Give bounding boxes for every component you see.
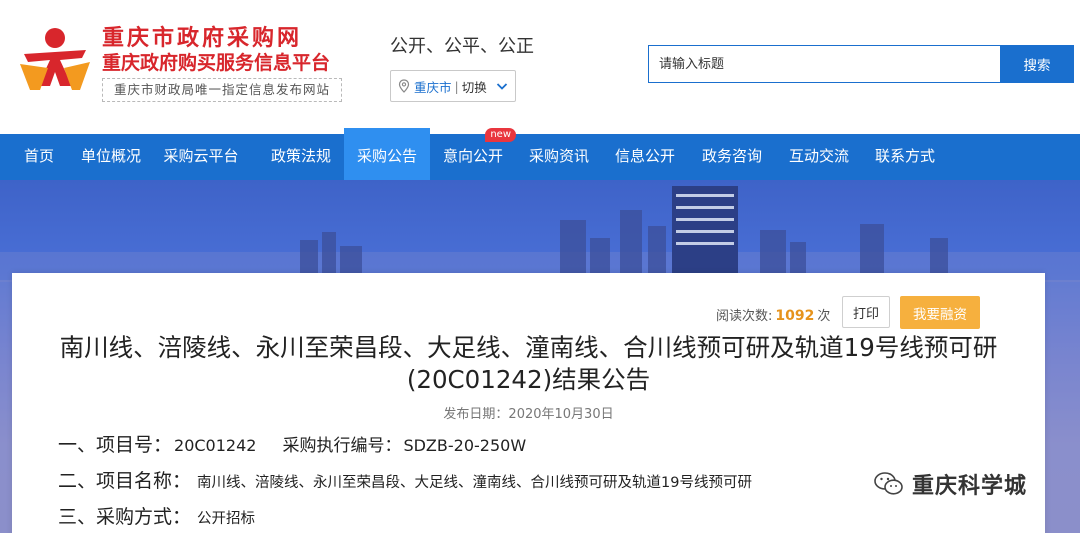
nav-item-intent-disclosure[interactable]: 意向公开 new xyxy=(430,128,516,180)
switch-city-label[interactable]: 切换 xyxy=(462,77,487,96)
read-count-value: 1092 xyxy=(775,308,815,324)
nav-item-interaction[interactable]: 互动交流 xyxy=(776,134,862,180)
watermark-text: 重庆科学城 xyxy=(912,474,1028,499)
project-number-value: 20C01242 xyxy=(174,436,257,455)
nav-item-label: 意向公开 xyxy=(442,147,503,165)
procurement-method-key: 三、采购方式： xyxy=(58,506,192,528)
publish-date-value: 2020年10月30日 xyxy=(508,407,614,422)
procurement-method-row: 三、采购方式： 公开招标 xyxy=(58,502,255,529)
site-header: 重庆市政府采购网 重庆政府购买服务信息平台 重庆市财政局唯一指定信息发布网站 公… xyxy=(0,0,1080,134)
search-input[interactable] xyxy=(648,45,1000,83)
read-count-unit: 次 xyxy=(817,309,831,324)
nav-item-procurement-news[interactable]: 采购资讯 xyxy=(516,134,602,180)
government-logo-icon[interactable] xyxy=(20,24,90,92)
city-name: 重庆市 xyxy=(414,79,452,95)
nav-item-gov-consult[interactable]: 政务咨询 xyxy=(688,134,776,180)
chevron-down-icon xyxy=(496,83,507,90)
execution-number-key: 采购执行编号： xyxy=(282,436,402,456)
print-button[interactable]: 打印 xyxy=(842,296,890,328)
search-button[interactable]: 搜索 xyxy=(1000,45,1074,83)
site-subtitle: 重庆政府购买服务信息平台 xyxy=(102,52,331,74)
wechat-watermark: 重庆科学城 xyxy=(874,468,1027,500)
publish-date: 发布日期：2020年10月30日 xyxy=(12,403,1045,422)
project-name-key: 二、项目名称： xyxy=(58,470,192,492)
site-note: 重庆市财政局唯一指定信息发布网站 xyxy=(102,78,342,102)
read-count-label: 阅读次数: xyxy=(716,309,773,324)
read-count: 阅读次数: 1092 次 xyxy=(716,305,830,324)
nav-item-procurement-cloud[interactable]: 采购云平台 xyxy=(144,134,258,180)
execution-number-value: SDZB-20-250W xyxy=(403,436,527,455)
slogan: 公开、公平、公正 xyxy=(390,36,534,57)
city-selector[interactable]: 重庆市 | 切换 xyxy=(390,70,516,102)
apply-finance-button[interactable]: 我要融资 xyxy=(900,296,980,329)
location-pin-icon xyxy=(398,79,410,93)
announcement-title: 南川线、涪陵线、永川至荣昌段、大足线、潼南线、合川线预可研及轨道19号线预可研(… xyxy=(59,333,998,394)
wechat-icon xyxy=(874,472,903,495)
city-separator: | xyxy=(454,78,459,94)
nav-item-home[interactable]: 首页 xyxy=(0,134,78,180)
main-nav: 首页 单位概况 采购云平台 政策法规 采购公告 意向公开 new 采购资讯 信息… xyxy=(0,128,1080,180)
procurement-method-value: 公开招标 xyxy=(197,511,256,527)
nav-item-contact[interactable]: 联系方式 xyxy=(862,134,948,180)
nav-item-overview[interactable]: 单位概况 xyxy=(78,134,144,180)
project-number-key: 一、项目号： xyxy=(58,434,173,456)
project-name-row: 二、项目名称： 南川线、涪陵线、永川至荣昌段、大足线、潼南线、合川线预可研及轨道1… xyxy=(58,466,752,493)
publish-date-label: 发布日期： xyxy=(443,407,509,422)
new-badge: new xyxy=(485,128,516,142)
nav-item-procurement-notice[interactable]: 采购公告 xyxy=(344,128,430,180)
nav-item-policies[interactable]: 政策法规 xyxy=(258,134,344,180)
project-name-value: 南川线、涪陵线、永川至荣昌段、大足线、潼南线、合川线预可研及轨道19号线预可研 xyxy=(197,475,752,491)
project-number-row: 一、项目号： 20C01242 采购执行编号： SDZB-20-250W xyxy=(58,430,526,457)
nav-item-info-disclosure[interactable]: 信息公开 xyxy=(602,134,688,180)
